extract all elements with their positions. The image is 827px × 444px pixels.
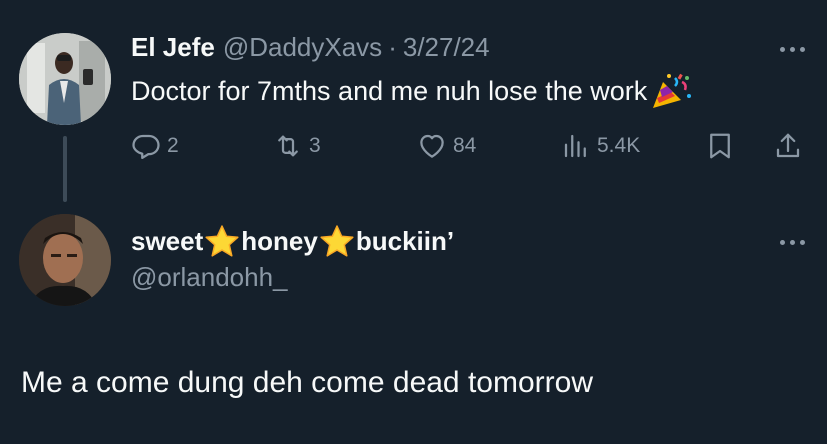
display-name-part: buckiin’ [355, 225, 455, 256]
tweet-text: Me a come dung deh come dead tomorrow [21, 366, 593, 399]
user-handle[interactable]: @orlandohh_ [131, 262, 288, 293]
views-chart-icon [564, 134, 586, 158]
thread-connector-line [63, 136, 67, 202]
views-button[interactable]: 5.4K [561, 128, 640, 164]
user-handle[interactable]: @DaddyXavs [223, 32, 382, 63]
star-icon [205, 225, 239, 257]
avatar[interactable] [19, 33, 111, 125]
display-name[interactable]: sweet honey buckiin’ [131, 224, 454, 258]
separator-dot: · [388, 31, 397, 62]
star-icon [320, 225, 354, 257]
tweet-actions: 2 3 84 5.4K [131, 128, 811, 164]
retweet-button[interactable]: 3 [273, 128, 321, 164]
tweet-text: Doctor for 7mths and me nuh lose the wor… [131, 72, 693, 110]
tweet-header: El Jefe @DaddyXavs · 3/27/24 [131, 28, 490, 66]
retweet-count: 3 [309, 134, 321, 157]
bookmark-button[interactable] [705, 128, 735, 164]
tweet-date[interactable]: 3/27/24 [403, 32, 490, 63]
reply-button[interactable]: 2 [131, 128, 179, 164]
display-name-part: honey [241, 225, 318, 256]
avatar-photo [19, 33, 111, 125]
reply-count: 2 [167, 134, 179, 157]
more-options-icon[interactable] [780, 240, 805, 245]
like-count: 84 [453, 134, 477, 157]
display-name[interactable]: El Jefe [131, 32, 215, 63]
share-icon [776, 133, 800, 158]
more-options-icon[interactable] [780, 47, 805, 52]
avatar-photo [19, 214, 111, 306]
display-name-part: sweet [131, 225, 204, 256]
bookmark-icon [710, 133, 730, 159]
like-button[interactable]: 84 [417, 128, 476, 164]
avatar[interactable] [19, 214, 111, 306]
share-button[interactable] [773, 128, 803, 164]
party-popper-icon [653, 73, 692, 108]
retweet-icon [278, 135, 298, 157]
reply-icon [132, 134, 160, 159]
tweet-thread: El Jefe @DaddyXavs · 3/27/24 Doctor for … [0, 0, 827, 444]
tweet-body: Doctor for 7mths and me nuh lose the wor… [131, 75, 648, 106]
views-count: 5.4K [597, 134, 641, 157]
heart-icon [420, 134, 444, 158]
